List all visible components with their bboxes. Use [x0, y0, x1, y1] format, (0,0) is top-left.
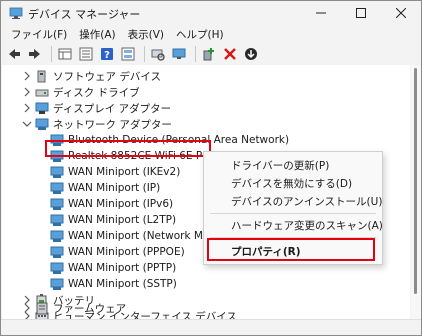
help-button[interactable]: ?: [98, 45, 116, 63]
details-button[interactable]: [77, 45, 95, 63]
network-adapter-icon: [50, 198, 64, 210]
forward-icon: [29, 49, 40, 59]
tree-device-label: WAN Miniport (L2TP): [68, 214, 177, 226]
maximize-icon: [356, 8, 366, 18]
toolbar: ?: [1, 43, 421, 65]
context-disable-device[interactable]: デバイスを無効にする(D): [204, 174, 382, 192]
network-adapter-icon: [50, 166, 64, 178]
tree-device-label: WAN Miniport (IPv6): [68, 198, 174, 210]
context-uninstall-device[interactable]: デバイスのアンインストール(U): [204, 192, 382, 210]
tree-device-label: WAN Miniport (IP): [68, 182, 161, 194]
menu-view[interactable]: 表示(V): [122, 26, 170, 42]
chevron-right-icon[interactable]: [22, 71, 32, 81]
uninstall-button[interactable]: [221, 45, 239, 63]
menu-bar: ファイル(F) 操作(A) 表示(V) ヘルプ(H): [1, 26, 421, 42]
details-icon: [79, 47, 93, 61]
svg-text:?: ?: [104, 50, 110, 61]
update-driver-icon: [245, 48, 257, 60]
properties-highlight: [207, 238, 375, 261]
view-button[interactable]: [119, 45, 137, 63]
context-scan-hardware[interactable]: ハードウェア変更のスキャン(A): [204, 216, 383, 234]
view-icon: [121, 47, 135, 61]
tree-device-label: WAN Miniport (IKEv2): [68, 166, 181, 178]
toolbar-separator: [195, 46, 196, 62]
properties-grid-icon: [58, 48, 72, 60]
vertical-scrollbar[interactable]: [411, 65, 421, 319]
tree-device-label: WAN Miniport (PPPOE): [68, 246, 185, 258]
network-adapter-icon: [50, 246, 64, 258]
selected-device-highlight: [45, 140, 211, 157]
device-manager-window: デバイス マネージャー ファイル(F) 操作(A) 表示(V) ヘルプ(H) ?…: [0, 0, 422, 336]
network-adapter-icon: [50, 262, 64, 274]
tree-category-label: ネットワーク アダプター: [53, 118, 172, 131]
tree-category-label: ディスク ドライブ: [53, 86, 140, 99]
network-adapter-icon: [50, 182, 64, 194]
tree-device-label: WAN Miniport (SSTP): [68, 278, 177, 290]
tree-device-wan-sstp[interactable]: WAN Miniport (SSTP): [2, 276, 410, 292]
device-manager-app-icon: [9, 7, 23, 19]
software-device-icon: [37, 70, 46, 82]
tree-device-label: WAN Miniport (PPTP): [68, 262, 177, 274]
close-button[interactable]: [381, 1, 421, 25]
menu-help[interactable]: ヘルプ(H): [170, 26, 230, 42]
properties-grid-button[interactable]: [56, 45, 74, 63]
uninstall-icon: [224, 48, 236, 60]
minimize-icon: [316, 12, 326, 14]
context-update-driver[interactable]: ドライバーの更新(P): [204, 156, 382, 174]
network-adapter-icon: [50, 230, 64, 242]
tree-category-label: ファームウェア: [53, 302, 127, 315]
firmware-icon: [36, 302, 48, 314]
tree-category-software-devices[interactable]: ソフトウェア デバイス: [2, 68, 410, 84]
forward-button[interactable]: [26, 45, 44, 63]
chevron-right-icon[interactable]: [22, 303, 32, 313]
tree-category-firmware[interactable]: ファームウェア: [2, 300, 410, 316]
scrollbar-thumb[interactable]: [414, 68, 417, 294]
minimize-button[interactable]: [301, 1, 341, 25]
tree-category-display-adapters[interactable]: ディスプレイ アダプター: [2, 100, 410, 116]
back-button[interactable]: [5, 45, 23, 63]
chevron-down-icon[interactable]: [22, 119, 32, 129]
help-icon: ?: [101, 48, 113, 61]
menu-action[interactable]: 操作(A): [73, 26, 121, 42]
back-icon: [9, 49, 20, 59]
network-adapter-icon: [50, 278, 64, 290]
context-separator: [210, 213, 376, 214]
window-title: デバイス マネージャー: [28, 8, 141, 21]
tree-category-disk-drives[interactable]: ディスク ドライブ: [2, 84, 410, 100]
toolbar-separator: [144, 46, 145, 62]
close-icon: [396, 8, 406, 18]
status-bar: [1, 319, 421, 335]
add-driver-icon: [203, 48, 214, 61]
scan-hardware-button[interactable]: [149, 45, 167, 63]
monitor-icon: [172, 48, 186, 59]
network-adapter-icon: [50, 214, 64, 226]
display-adapter-icon: [35, 102, 49, 114]
network-adapter-icon: [35, 118, 49, 130]
tree-category-label: ディスプレイ アダプター: [53, 102, 172, 115]
tree-category-network-adapters[interactable]: ネットワーク アダプター: [2, 116, 410, 132]
chevron-right-icon[interactable]: [22, 87, 32, 97]
toolbar-separator: [51, 46, 52, 62]
tree-category-label: ソフトウェア デバイス: [53, 70, 162, 83]
title-bar: デバイス マネージャー: [1, 1, 421, 25]
monitor-button[interactable]: [170, 45, 188, 63]
add-driver-button[interactable]: [200, 45, 218, 63]
maximize-button[interactable]: [341, 1, 381, 25]
disk-drive-icon: [35, 89, 49, 96]
update-driver-button[interactable]: [242, 45, 260, 63]
chevron-right-icon[interactable]: [22, 103, 32, 113]
menu-file[interactable]: ファイル(F): [5, 26, 73, 42]
scan-hardware-icon: [151, 49, 165, 61]
